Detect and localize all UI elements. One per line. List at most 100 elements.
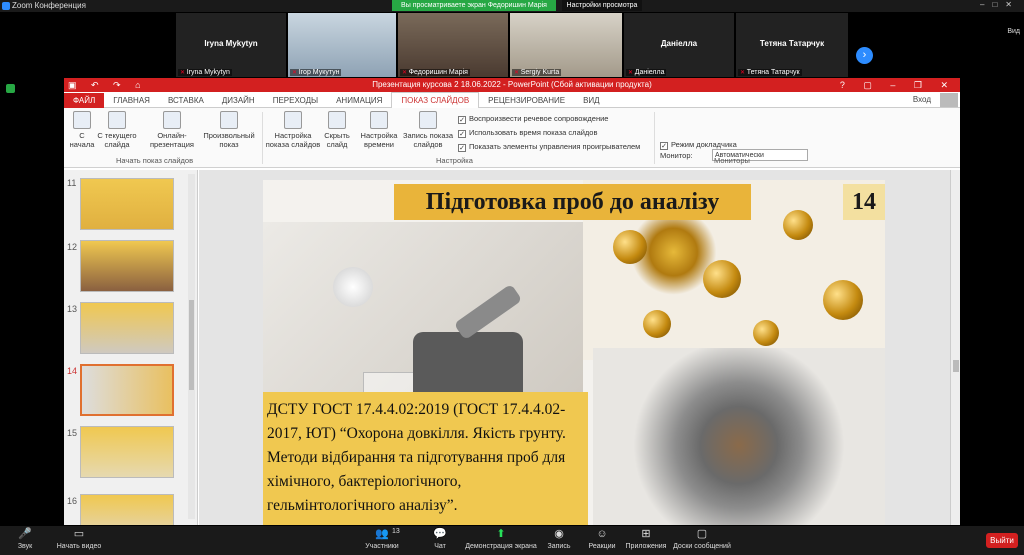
online-label: Онлайн- презентация — [150, 131, 194, 149]
from-current-button[interactable]: С текущего слайда — [96, 111, 138, 149]
share-banner: Вы просматриваете экран Федоришин Марія — [392, 0, 556, 11]
slide-number[interactable]: 14 — [843, 184, 885, 220]
share-screen-icon: ⬆ — [496, 528, 506, 540]
tab-file[interactable]: ФАЙЛ — [64, 93, 105, 109]
setup-show-button[interactable]: Настройка показа слайдов — [264, 111, 322, 149]
slide-thumbnail[interactable] — [80, 178, 174, 230]
thumb-number: 12 — [67, 242, 78, 252]
slide-thumbnail-selected[interactable] — [80, 364, 174, 416]
slide-canvas[interactable]: Підготовка проб до аналізу 14 ДСТУ ГОСТ … — [263, 180, 885, 525]
custom-show-button[interactable]: Произвольный показ — [200, 111, 258, 149]
leave-button[interactable]: Выйти — [986, 533, 1018, 548]
participant-label: Федоришин Марія — [400, 69, 470, 76]
slide-thumbnail[interactable] — [80, 494, 174, 525]
custom-show-icon — [220, 111, 238, 129]
participant-name: Iryna Mykytyn — [204, 39, 258, 48]
zoom-titlebar: Zoom Конференция Вы просматриваете экран… — [0, 0, 1024, 12]
participant-name: Даніелла — [660, 39, 698, 48]
participant-tile[interactable]: Iryna Mykytyn Iryna Mykytyn — [176, 13, 286, 77]
participant-name: Тетяна Татарчук — [759, 39, 825, 48]
record-button[interactable]: ◉ Запись — [544, 528, 574, 550]
view-options-button[interactable]: Настройки просмотра — [562, 0, 642, 11]
thumb-number: 15 — [67, 428, 78, 438]
participant-video[interactable]: Sergiy Kurta — [510, 13, 622, 77]
tab-animation[interactable]: АНИМАЦИЯ — [327, 93, 391, 109]
sample-photo — [263, 222, 583, 432]
slide-title[interactable]: Підготовка проб до аналізу — [394, 184, 751, 220]
record-icon: ◉ — [554, 528, 564, 540]
share-screen-button[interactable]: ⬆ Демонстрация экрана — [464, 528, 538, 550]
tab-insert[interactable]: ВСТАВКА — [159, 93, 213, 109]
narration-label: Воспроизвести речевое сопровождение — [469, 114, 609, 123]
microphone-icon: 🎤 — [18, 528, 32, 540]
editor-scrollbar-thumb[interactable] — [953, 360, 959, 372]
chat-label: Чат — [434, 543, 446, 550]
chat-icon: 💬 — [433, 528, 447, 540]
participant-video[interactable]: Федоришин Марія — [398, 13, 508, 77]
thumb-number: 16 — [67, 496, 78, 506]
ppt-titlebar: ▣ ↶ ↷ ⌂ Презентация курсова 2 18.06.2022… — [64, 78, 960, 92]
from-start-label: С начала — [69, 131, 95, 149]
slide-editor: Підготовка проб до аналізу 14 ДСТУ ГОСТ … — [199, 170, 960, 525]
next-page-icon[interactable]: › — [856, 47, 873, 64]
thumb-number: 14 — [67, 366, 78, 376]
record-show-button[interactable]: Запись показа слайдов — [400, 111, 456, 149]
login-link[interactable]: Вход — [904, 92, 940, 108]
play-icon — [73, 111, 91, 129]
video-off-icon: ▭ — [73, 528, 85, 540]
molecule-atom — [823, 280, 863, 320]
window-controls[interactable]: ‒□✕ — [980, 0, 1020, 9]
participant-label: Iryna Mykytyn — [178, 69, 232, 76]
participant-label: Ігор Мукутун — [290, 69, 342, 76]
timings-checkbox[interactable]: ✓ Использовать время показа слайдов — [458, 128, 597, 138]
thumbs-scrollbar-thumb[interactable] — [189, 300, 194, 390]
group-monitors-label: Мониторы — [714, 156, 750, 165]
tab-transitions[interactable]: ПЕРЕХОДЫ — [264, 93, 327, 109]
slide-thumbnail[interactable] — [80, 426, 174, 478]
molecule-atom — [753, 320, 779, 346]
whiteboard-label: Доски сообщений — [673, 543, 731, 550]
reactions-button[interactable]: ☺ Реакции — [586, 528, 618, 550]
online-presentation-button[interactable]: Онлайн- презентация — [144, 111, 200, 149]
participant-tile[interactable]: Даніелла Даніелла — [624, 13, 734, 77]
media-controls-checkbox[interactable]: ✓ Показать элементы управления проигрыват… — [458, 142, 640, 152]
security-shield-icon — [6, 84, 15, 93]
ppt-window-title: Презентация курсова 2 18.06.2022 - Power… — [372, 80, 652, 89]
mortar-photo — [593, 348, 885, 525]
from-start-button[interactable]: С начала — [68, 111, 96, 149]
participant-tile[interactable]: Тетяна Татарчук Тетяна Татарчук — [736, 13, 848, 77]
apps-button[interactable]: ⊞ Приложения — [624, 528, 668, 550]
narration-checkbox[interactable]: ✓ Воспроизвести речевое сопровождение — [458, 114, 608, 124]
tab-view[interactable]: ВИД — [574, 93, 609, 109]
editor-scrollbar[interactable] — [950, 170, 960, 525]
monitor-label: Монитор: — [660, 151, 693, 160]
presenter-view-checkbox[interactable]: ✓ Режим докладчика — [660, 140, 737, 150]
tab-review[interactable]: РЕЦЕНЗИРОВАНИЕ — [479, 93, 574, 109]
slide-thumbnail[interactable] — [80, 302, 174, 354]
slide-thumbnail[interactable] — [80, 240, 174, 292]
jar — [333, 267, 373, 307]
presenter-view-label: Режим докладчика — [671, 140, 737, 149]
ribbon-tabs: ФАЙЛ ГЛАВНАЯ ВСТАВКА ДИЗАЙН ПЕРЕХОДЫ АНИМАЦИЯ… — [64, 92, 960, 110]
whiteboard-icon: ▢ — [696, 528, 708, 540]
whiteboard-button[interactable]: ▢ Доски сообщений — [672, 528, 732, 550]
ppt-window-controls[interactable]: ? ▢ ‒ ❐ ✕ — [840, 78, 956, 92]
quick-access-toolbar[interactable]: ▣ ↶ ↷ ⌂ — [68, 78, 147, 92]
view-button[interactable]: Вид — [1007, 28, 1020, 35]
hide-slide-icon — [328, 111, 346, 129]
audio-button[interactable]: 🎤 Звук — [10, 528, 40, 550]
start-video-button[interactable]: ▭ Начать видео — [52, 528, 106, 550]
rehearse-timings-button[interactable]: Настройка времени — [360, 111, 398, 149]
participant-video[interactable]: Ігор Мукутун — [288, 13, 396, 77]
rehearse-label: Настройка времени — [360, 131, 398, 149]
participant-label: Даніелла — [626, 69, 667, 76]
slide-text[interactable]: ДСТУ ГОСТ 17.4.4.02:2019 (ГОСТ 17.4.4.02… — [263, 392, 588, 525]
setup-icon — [284, 111, 302, 129]
hide-label: Скрыть слайд — [324, 131, 350, 149]
tab-home[interactable]: ГЛАВНАЯ — [104, 93, 159, 109]
tab-design[interactable]: ДИЗАЙН — [213, 93, 264, 109]
chat-button[interactable]: 💬 Чат — [428, 528, 452, 550]
thumb-number: 11 — [67, 178, 77, 188]
hide-slide-button[interactable]: Скрыть слайд — [322, 111, 352, 149]
avatar[interactable] — [940, 93, 958, 107]
